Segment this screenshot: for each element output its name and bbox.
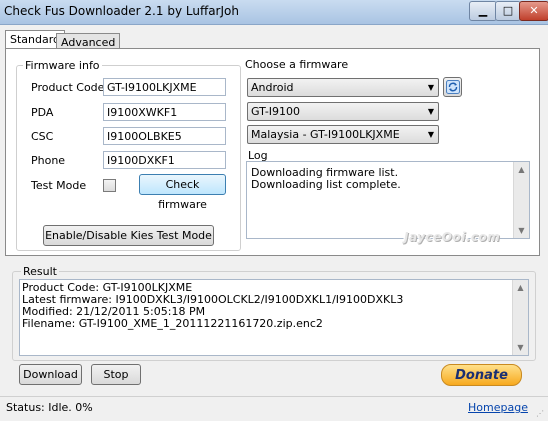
status-text: Status: Idle. 0% xyxy=(6,401,93,414)
csc-label: CSC xyxy=(31,130,54,143)
os-select[interactable]: Android ▼ xyxy=(247,78,439,97)
os-select-value: Android xyxy=(251,81,294,94)
status-bar: Status: Idle. 0% Homepage ⋰ xyxy=(0,396,548,421)
refresh-icon xyxy=(445,80,460,94)
result-textarea[interactable]: Product Code: GT-I9100LKJXME Latest firm… xyxy=(19,279,529,356)
refresh-button[interactable] xyxy=(443,77,462,97)
download-button[interactable]: Download xyxy=(19,364,82,385)
result-label: Result xyxy=(21,265,59,278)
close-button[interactable]: ✕ xyxy=(519,1,548,21)
firmware-info-group: Firmware info Product Code GT-I9100LKJXM… xyxy=(16,59,241,251)
stop-button[interactable]: Stop xyxy=(91,364,141,385)
product-code-label: Product Code xyxy=(31,81,105,94)
log-scrollbar[interactable]: ▲ ▼ xyxy=(513,162,529,238)
minimize-icon: ▁ xyxy=(478,4,488,17)
test-mode-checkbox[interactable] xyxy=(103,179,116,192)
choose-firmware-label: Choose a firmware xyxy=(243,58,351,71)
watermark: JayceOoi.com xyxy=(404,230,501,244)
close-icon: ✕ xyxy=(529,4,539,17)
scroll-up-icon[interactable]: ▲ xyxy=(514,162,529,177)
result-line: Filename: GT-I9100_XME_1_20111221161720.… xyxy=(22,317,323,330)
app-window: Check Fus Downloader 2.1 by LuffarJoh ▁ … xyxy=(0,0,548,421)
phone-label: Phone xyxy=(31,154,66,167)
check-firmware-button[interactable]: Check firmware xyxy=(139,174,226,211)
minimize-button[interactable]: ▁ xyxy=(469,1,497,21)
pda-field[interactable]: I9100XWKF1 xyxy=(103,103,226,121)
maximize-button[interactable]: □ xyxy=(495,1,521,21)
title-bar: Check Fus Downloader 2.1 by LuffarJoh ▁ … xyxy=(0,0,548,25)
model-select-value: GT-I9100 xyxy=(251,105,301,118)
region-select-value: Malaysia - GT-I9100LKJXME xyxy=(251,128,400,141)
resize-grip-icon[interactable]: ⋰ xyxy=(536,409,546,419)
scroll-down-icon[interactable]: ▼ xyxy=(514,223,529,238)
scroll-up-icon[interactable]: ▲ xyxy=(513,280,528,295)
log-textarea[interactable]: Downloading firmware list. Downloading l… xyxy=(246,161,530,239)
pda-label: PDA xyxy=(31,106,54,119)
homepage-link[interactable]: Homepage xyxy=(468,401,528,414)
window-title: Check Fus Downloader 2.1 by LuffarJoh xyxy=(4,4,239,18)
scroll-down-icon[interactable]: ▼ xyxy=(513,340,528,355)
firmware-info-label: Firmware info xyxy=(23,59,102,72)
donate-button[interactable]: Donate xyxy=(441,364,522,386)
phone-field[interactable]: I9100DXKF1 xyxy=(103,151,226,169)
chevron-down-icon: ▼ xyxy=(427,83,434,92)
test-mode-label: Test Mode xyxy=(31,179,87,192)
kies-test-mode-button[interactable]: Enable/Disable Kies Test Mode xyxy=(43,225,214,246)
product-code-field[interactable]: GT-I9100LKJXME xyxy=(103,78,226,96)
model-select[interactable]: GT-I9100 ▼ xyxy=(247,102,439,121)
chevron-down-icon: ▼ xyxy=(427,130,434,139)
result-scrollbar[interactable]: ▲ ▼ xyxy=(512,280,528,355)
chevron-down-icon: ▼ xyxy=(427,107,434,116)
region-select[interactable]: Malaysia - GT-I9100LKJXME ▼ xyxy=(247,125,439,144)
log-line: Downloading list complete. xyxy=(251,178,401,191)
maximize-icon: □ xyxy=(502,4,514,17)
standard-tab-panel: Firmware info Product Code GT-I9100LKJXM… xyxy=(5,48,540,256)
csc-field[interactable]: I9100OLBKE5 xyxy=(103,127,226,145)
